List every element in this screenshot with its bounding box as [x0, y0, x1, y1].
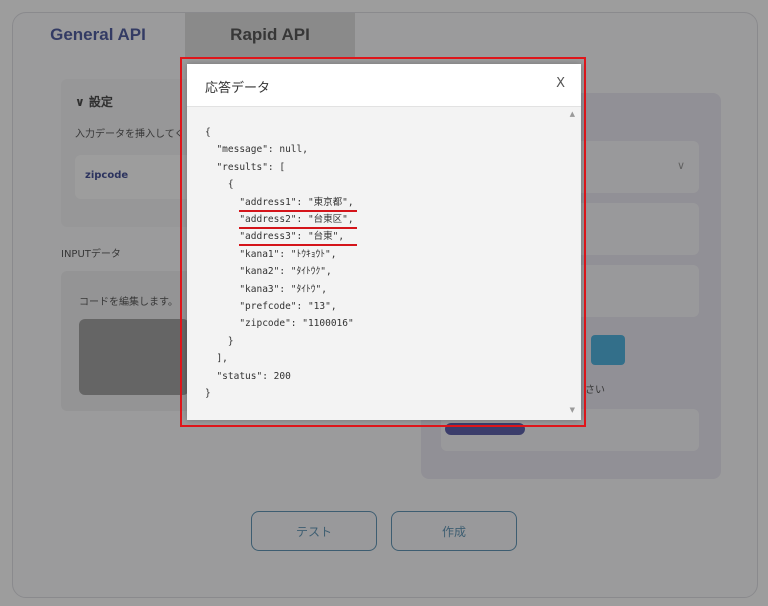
close-icon[interactable]: X — [556, 76, 565, 91]
dialog-header: 応答データ X — [187, 64, 581, 107]
code-line: "status": 200 — [216, 370, 291, 382]
code-line: "results": [ — [216, 161, 286, 173]
dialog-title: 応答データ — [205, 81, 271, 96]
code-line: "kana2": "ﾀｲﾄｳｸ", — [239, 266, 332, 278]
response-json: { "message": null, "results": [ { "addre… — [205, 124, 545, 404]
code-line: "address3": "台東", — [239, 231, 345, 243]
code-line: { — [205, 127, 211, 138]
code-line: "prefcode": "13", — [239, 301, 337, 313]
address3-underline — [239, 244, 357, 246]
scroll-down-icon[interactable]: ▼ — [570, 406, 575, 414]
address2-underline — [239, 227, 357, 229]
code-line: "zipcode": "1100016" — [239, 318, 354, 330]
code-line: } — [227, 335, 234, 347]
code-line: "address2": "台東区", — [239, 214, 354, 226]
code-line: { — [227, 179, 234, 191]
code-line: ], — [216, 353, 228, 365]
code-line: } — [205, 388, 211, 400]
code-line: "message": null, — [216, 144, 308, 156]
scroll-up-icon[interactable]: ▲ — [570, 110, 575, 118]
code-line: "address1": "東京都", — [239, 196, 354, 208]
address1-underline — [239, 210, 357, 212]
code-line: "kana3": "ﾀｲﾄｳ", — [239, 283, 327, 295]
code-line: "kana1": "ﾄｳｷｮｳﾄ", — [239, 248, 337, 260]
response-dialog: 応答データ X ▲ { "message": null, "results": … — [187, 64, 581, 420]
